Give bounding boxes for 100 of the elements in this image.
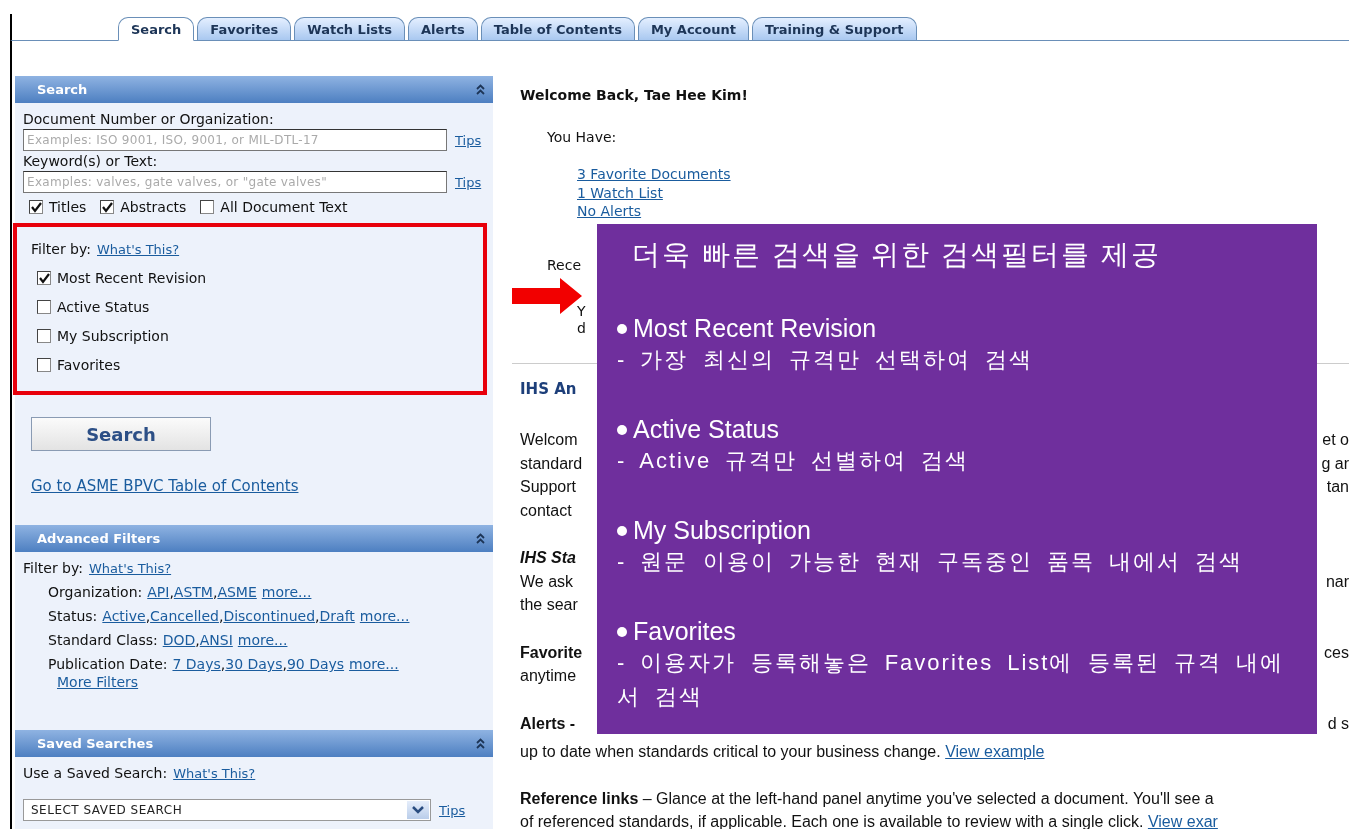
help-link[interactable]: What's This? (173, 766, 256, 781)
filter-link[interactable]: 30 Days (225, 656, 283, 672)
body-text: Support (520, 478, 577, 497)
more-link[interactable]: more... (359, 608, 410, 624)
checkbox-label: Titles (49, 199, 87, 215)
saved-search-select[interactable]: SELECT SAVED SEARCH (23, 799, 431, 821)
tab[interactable]: My Account (637, 17, 749, 40)
filter-link[interactable]: ASTM (173, 584, 213, 600)
checkbox[interactable] (37, 329, 51, 343)
field-label: Keyword(s) or Text: (23, 153, 159, 169)
body-text: Favorite (520, 643, 583, 662)
filter-link[interactable]: ANSI (199, 632, 233, 648)
callout-heading: My Subscription (633, 516, 811, 545)
checkbox[interactable] (37, 358, 51, 372)
collapse-icon[interactable] (476, 532, 485, 545)
view-example-link[interactable]: View exar (1147, 812, 1218, 829)
callout-text: - 원문 이용이 가능한 현재 구독중인 품목 내에서 검색 (617, 548, 1245, 576)
search-button[interactable]: Search (31, 417, 211, 451)
body-text: of referenced standards, if applicable. Each one is available to review with a single click. (520, 812, 1144, 829)
checkbox[interactable] (37, 300, 51, 314)
filter-row-label: Standard Class: (48, 632, 158, 648)
body-text: d (577, 319, 586, 337)
checkbox-label: My Subscription (57, 328, 169, 344)
separator: , (282, 656, 287, 672)
summary-link[interactable]: 3 Favorite Documents (577, 165, 731, 184)
filter-link[interactable]: ASME (217, 584, 257, 600)
checkbox[interactable] (37, 271, 51, 285)
collapse-icon[interactable] (476, 737, 485, 750)
checkbox-label: All Document Text (220, 199, 348, 215)
tab[interactable]: Table of Contents (480, 17, 635, 40)
summary-link[interactable]: 1 Watch List (577, 183, 663, 202)
filter-link[interactable]: 7 Days (172, 656, 221, 672)
bullet-icon (617, 323, 627, 334)
bullet-icon (617, 525, 627, 536)
help-link[interactable]: What's This? (89, 561, 172, 576)
separator: , (220, 656, 226, 672)
recent-text: Rece (547, 256, 582, 273)
body-text: d s (1327, 714, 1349, 733)
separator: , (195, 632, 200, 648)
body-text: IHS Sta (520, 549, 576, 568)
you-have-label: You Have: (547, 129, 617, 145)
tips-link[interactable]: Tips (455, 174, 482, 190)
body-text: Welcom (520, 431, 578, 450)
filter-link[interactable]: DOD (162, 632, 196, 648)
filter-label: Filter by: (31, 241, 91, 257)
welcome-heading: Welcome Back, Tae Hee Kim! (520, 87, 749, 103)
panel-title: Search (37, 82, 88, 97)
more-filters-link[interactable]: More Filters (23, 674, 139, 690)
callout-heading: Active Status (633, 415, 779, 444)
tips-link[interactable]: Tips (455, 132, 482, 148)
filter-link[interactable]: API (147, 584, 170, 600)
filter-link[interactable]: Cancelled (150, 608, 219, 624)
checkbox-label: Most Recent Revision (57, 270, 207, 286)
body-text: Alerts - (520, 714, 576, 733)
tab[interactable]: Favorites (197, 17, 292, 40)
tab[interactable]: Watch Lists (294, 17, 406, 40)
filter-link[interactable]: Draft (319, 608, 355, 624)
filter-row-label: Status: (48, 608, 98, 624)
summary-link[interactable]: No Alerts (577, 202, 642, 221)
filter-link[interactable]: Active (102, 608, 146, 624)
body-text: standard (520, 454, 583, 473)
body-text: ces (1324, 643, 1349, 662)
field-label: Document Number or Organization: (23, 111, 275, 127)
checkbox[interactable] (100, 200, 115, 214)
filter-link[interactable]: 90 Days (286, 656, 345, 672)
body-text: Reference links – Glance at the left-hand panel anytime you've selected a document. You'll see a (520, 788, 1215, 809)
tab[interactable]: Alerts (408, 17, 478, 40)
body-text: up to date when standards critical to your business change. (520, 742, 941, 760)
search-field[interactable]: Examples: valves, gate valves, or "gate valves" (23, 171, 447, 193)
body-text: Y (577, 302, 586, 320)
section-title: IHS An (520, 379, 577, 398)
filter-row-label: Organization: (48, 584, 143, 600)
checkbox-label: Active Status (57, 299, 150, 315)
callout-text: - 가장 최신의 규격만 선택하여 검색 (617, 346, 1034, 374)
bullet-icon (617, 424, 627, 435)
checkbox[interactable] (29, 200, 43, 214)
checkbox[interactable] (200, 200, 215, 214)
filter-link[interactable]: Discontinued (223, 608, 316, 624)
search-field[interactable]: Examples: ISO 9001, ISO, 9001, or MIL-DTL-17 (23, 129, 447, 151)
separator: , (145, 608, 151, 624)
tips-link[interactable]: Tips (439, 802, 466, 818)
callout-title: 더욱 빠른 검색을 위한 검색필터를 제공 (631, 238, 1162, 272)
checkbox-label: Abstracts (120, 199, 187, 215)
view-example-link[interactable]: View example (945, 742, 1045, 760)
separator: , (169, 584, 174, 600)
more-link[interactable]: more... (261, 584, 312, 600)
chevron-down-icon (412, 806, 424, 814)
tab[interactable]: Training & Support (752, 17, 917, 40)
more-link[interactable]: more... (237, 632, 288, 648)
body-text: nar (1325, 572, 1349, 591)
more-link[interactable]: more... (349, 656, 399, 672)
help-link[interactable]: What's This? (97, 242, 180, 257)
toc-link[interactable]: Go to ASME BPVC Table of Contents (31, 477, 485, 495)
panel-title: Saved Searches (37, 736, 154, 751)
panel-title: Advanced Filters (37, 531, 161, 546)
callout-text: - 이용자가 등록해놓은 Favorites List에 등록된 규격 내에서 검색 (617, 649, 1285, 711)
filter-row-label: Publication Date: (48, 656, 168, 672)
tab[interactable]: Search (118, 17, 195, 41)
body-text: et o (1322, 431, 1349, 450)
collapse-icon[interactable] (476, 83, 485, 96)
